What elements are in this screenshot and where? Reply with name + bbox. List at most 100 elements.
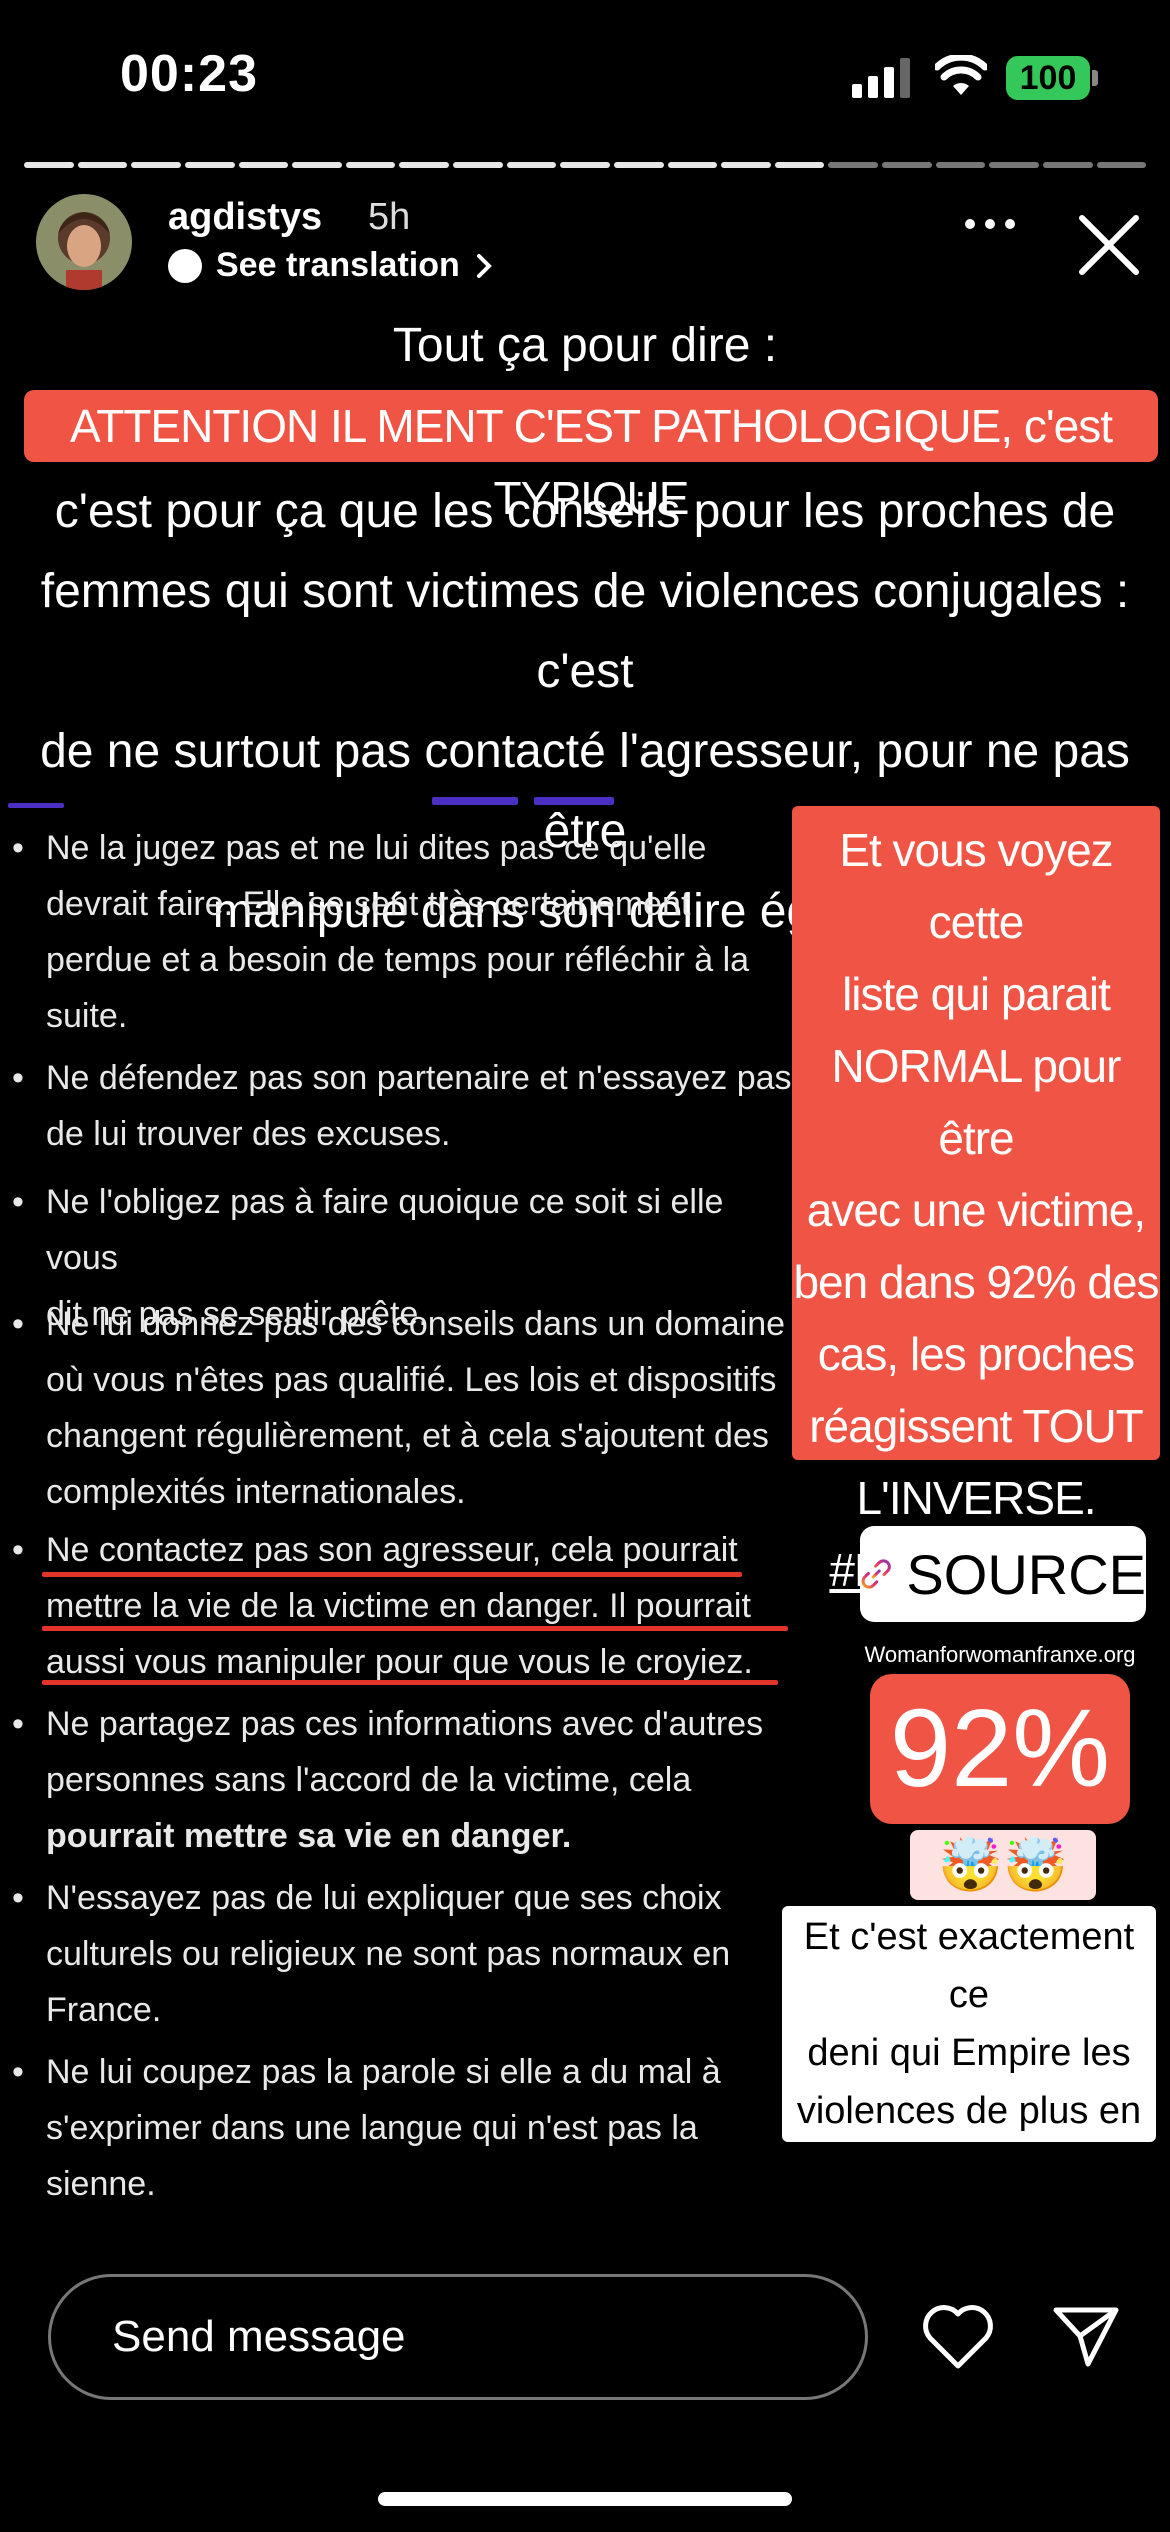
bullet-dot: • — [12, 1305, 24, 1343]
chevron-right-icon — [476, 253, 492, 278]
list-item: • Ne la jugez pas et ne lui dites pas ce… — [12, 820, 749, 1044]
sticker-line: L'INVERSE. — [856, 1472, 1096, 1524]
bullet-dot: • — [12, 1059, 24, 1097]
progress-segment — [77, 162, 128, 168]
decorative-mark — [432, 797, 518, 805]
progress-segment — [506, 162, 557, 168]
sticker-line: deni qui Empire les — [807, 2032, 1131, 2074]
red-underline — [42, 1680, 778, 1685]
list-item: • Ne lui coupez pas la parole si elle a … — [12, 2044, 721, 2212]
translate-icon — [168, 248, 202, 283]
progress-segment — [131, 162, 181, 168]
list-item-line: personnes sans l'accord de la victime, c… — [46, 1761, 692, 1799]
progress-segment — [1042, 162, 1093, 168]
progress-segment — [184, 162, 235, 168]
list-item-line: Ne contactez pas son agresseur, cela pou… — [46, 1531, 738, 1569]
list-item-line: de lui trouver des excuses. — [46, 1115, 451, 1153]
mind-blown-emoji-sticker: 🤯🤯 — [910, 1830, 1096, 1900]
close-icon[interactable] — [1076, 212, 1142, 278]
progress-segment — [1096, 162, 1147, 168]
source-url: Womanforwomanfranxe.org — [864, 1642, 1136, 1667]
battery-indicator: 100 — [1006, 56, 1090, 100]
sticker-line: plus... — [918, 2148, 1020, 2190]
list-item-line: devrait faire. Elle se sent très certain… — [46, 885, 691, 923]
source-link-sticker[interactable]: SOURCE — [860, 1526, 1146, 1622]
list-item-line: complexités internationales. — [46, 1473, 466, 1511]
send-icon[interactable] — [1050, 2300, 1122, 2372]
post-body-line: c'est pour ça que les conseils pour les … — [54, 485, 1116, 538]
post-body-line: femmes qui sont victimes de violences co… — [40, 565, 1130, 698]
list-item: • N'essayez pas de lui expliquer que ses… — [12, 1870, 730, 2038]
white-text-sticker: Et c'est exactement ce deni qui Empire l… — [782, 1906, 1156, 2190]
bullet-dot: • — [12, 1531, 24, 1569]
list-item-line: où vous n'êtes pas qualifié. Les lois et… — [46, 1361, 777, 1399]
progress-segment — [935, 162, 986, 168]
list-item-line: France. — [46, 1991, 162, 2029]
home-indicator — [378, 2492, 792, 2506]
progress-segment — [989, 162, 1039, 168]
bullet-dot: • — [12, 829, 24, 867]
bullet-dot: • — [12, 1879, 24, 1917]
progress-segment — [399, 162, 449, 168]
username[interactable]: agdistys — [168, 196, 322, 239]
list-item-line: s'exprimer dans une langue qui n'est pas… — [46, 2109, 698, 2147]
list-item-line: Ne lui donnez pas des conseils dans un d… — [46, 1305, 786, 1343]
avatar[interactable] — [36, 194, 132, 290]
progress-segment — [345, 162, 396, 168]
progress-segment — [774, 162, 825, 168]
progress-segment — [882, 162, 932, 168]
list-item-line: Ne défendez pas son partenaire et n'essa… — [46, 1059, 792, 1097]
progress-segment — [453, 162, 503, 168]
decorative-mark — [8, 803, 64, 808]
progress-segment — [613, 162, 664, 168]
list-item-line: sienne. — [46, 2165, 156, 2203]
link-icon — [861, 1559, 891, 1589]
list-item-highlighted: • Ne contactez pas son agresseur, cela p… — [12, 1522, 753, 1690]
list-item: • Ne défendez pas son partenaire et n'es… — [12, 1050, 792, 1162]
see-translation-button[interactable]: See translation — [168, 246, 494, 285]
sticker-line: NORMAL pour être — [831, 1040, 1122, 1164]
red-text-sticker: Et vous voyez cette liste qui parait NOR… — [792, 806, 1160, 1596]
progress-segment — [24, 162, 74, 168]
list-item-line: Ne la jugez pas et ne lui dites pas ce q… — [46, 829, 707, 867]
list-item-line: N'essayez pas de lui expliquer que ses c… — [46, 1879, 722, 1917]
battery-tip — [1092, 70, 1098, 86]
send-message-placeholder: Send message — [112, 2312, 406, 2361]
list-item-line: perdue et a besoin de temps pour réfléch… — [46, 941, 750, 979]
avatar-image — [36, 194, 132, 290]
post-headline: Tout ça pour dire : — [392, 319, 778, 372]
wifi-icon — [935, 55, 987, 95]
source-label: SOURCE — [906, 1542, 1146, 1606]
list-item-line: culturels ou religieux ne sont pas norma… — [46, 1935, 731, 1973]
status-time: 00:23 — [120, 45, 258, 103]
decorative-mark — [534, 797, 614, 805]
list-item-line: Ne l'obligez pas à faire quoique ce soit… — [46, 1183, 724, 1277]
progress-segment — [721, 162, 771, 168]
list-item-line: Ne partagez pas ces informations avec d'… — [46, 1705, 764, 1743]
sticker-line: violences de plus en — [796, 2090, 1142, 2132]
sticker-line: liste qui parait — [842, 968, 1111, 1020]
list-item-line: pourrait mettre sa vie en danger. — [46, 1817, 572, 1855]
sticker-line: Et vous voyez cette — [839, 824, 1113, 948]
progress-segment — [828, 162, 878, 168]
heart-icon[interactable] — [920, 2302, 996, 2372]
more-options-icon[interactable] — [962, 214, 1018, 234]
progress-segment — [292, 162, 342, 168]
bullet-dot: • — [12, 2053, 24, 2091]
progress-segment — [667, 162, 718, 168]
red-underline — [42, 1626, 788, 1631]
sticker-line: réagissent TOUT — [809, 1400, 1144, 1452]
sticker-line: Et c'est exactement ce — [803, 1916, 1135, 2016]
list-item-line: suite. — [46, 997, 128, 1035]
red-underline — [42, 1572, 742, 1577]
story-progress — [24, 162, 1147, 168]
sticker-line: ben dans 92% des — [793, 1256, 1159, 1308]
sticker-line: cas, les proches — [817, 1328, 1135, 1380]
alert-banner: ATTENTION IL MENT C'EST PATHOLOGIQUE, c'… — [24, 390, 1158, 524]
list-item: • Ne partagez pas ces informations avec … — [12, 1696, 763, 1864]
see-translation-label: See translation — [216, 246, 460, 284]
list-item-line: changent régulièrement, et à cela s'ajou… — [46, 1417, 769, 1455]
progress-segment — [560, 162, 610, 168]
sticker-line: avec une victime, — [806, 1184, 1146, 1236]
cellular-signal-icon — [852, 58, 910, 98]
